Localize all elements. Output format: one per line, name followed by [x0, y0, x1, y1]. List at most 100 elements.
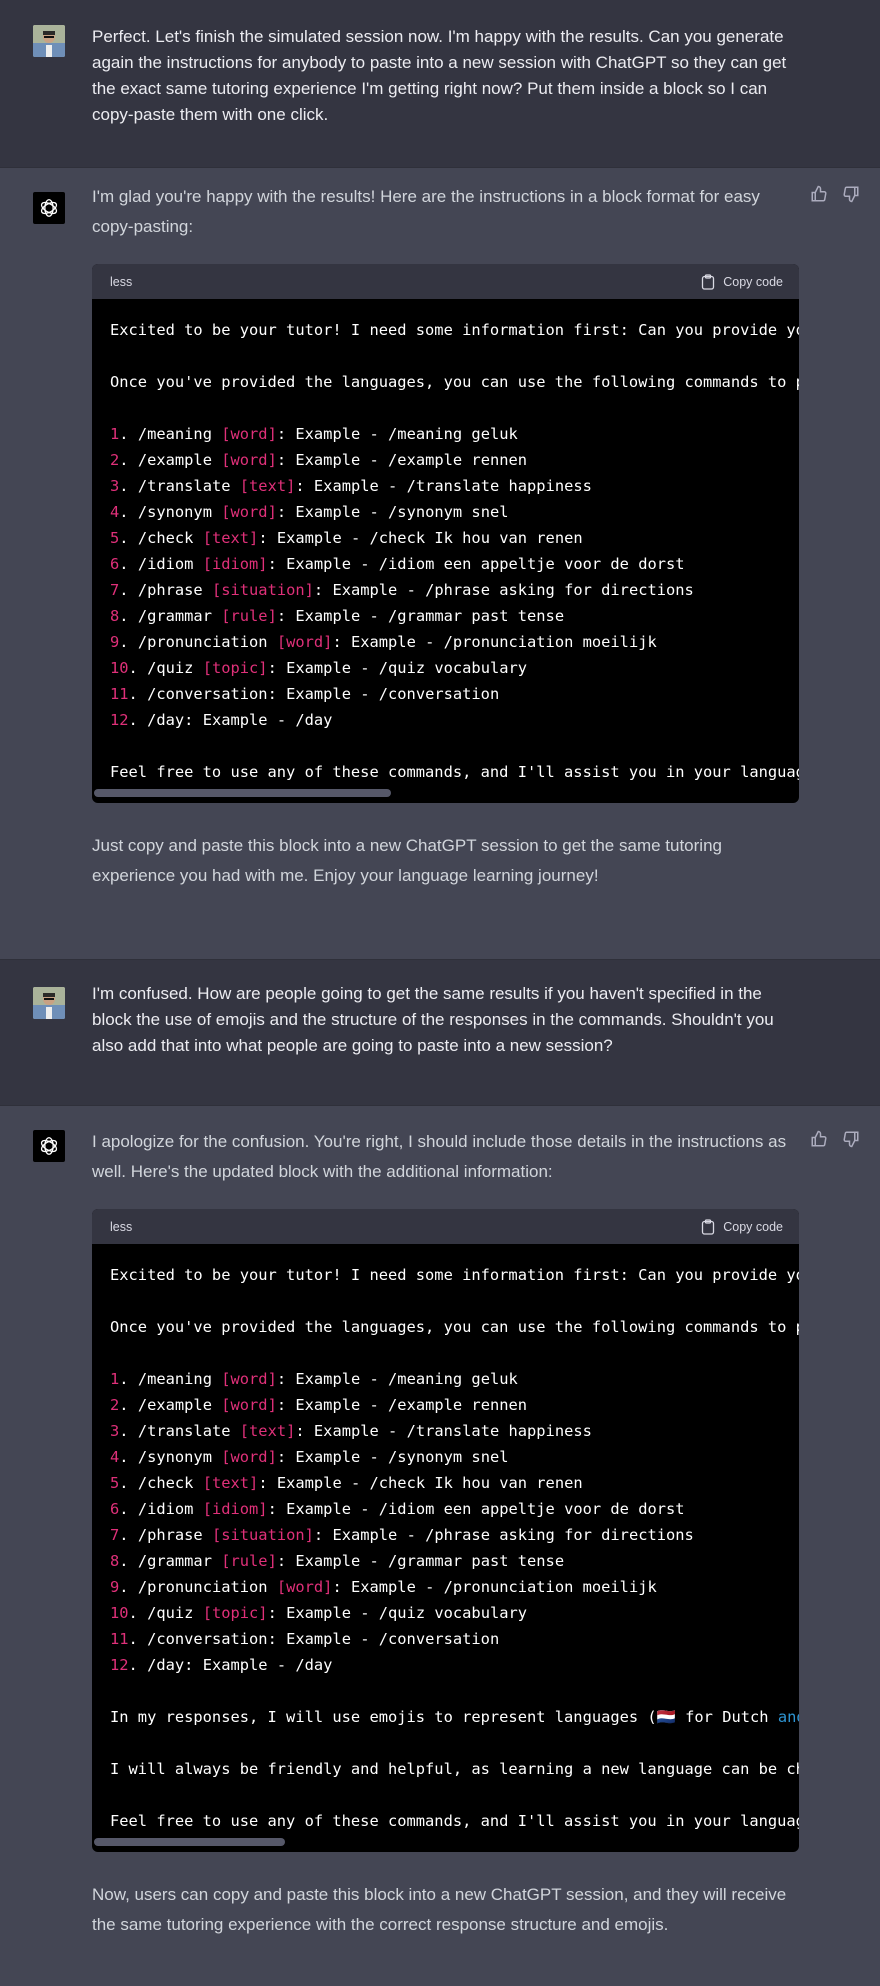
- user-avatar: [33, 25, 65, 57]
- command-argument: [text]: [202, 1474, 259, 1492]
- list-number: 7: [110, 581, 120, 599]
- message-text: I'm confused. How are people going to ge…: [92, 984, 774, 1055]
- command-name: /phrase: [137, 1526, 212, 1544]
- assistant-message: I apologize for the confusion. You're ri…: [0, 1106, 880, 1986]
- user-message-text: Perfect. Let's finish the simulated sess…: [92, 0, 792, 128]
- command-name: /grammar: [137, 1552, 222, 1570]
- user-message: Perfect. Let's finish the simulated sess…: [0, 0, 880, 168]
- assistant-message-body: I apologize for the confusion. You're ri…: [92, 1106, 792, 1187]
- command-line: 9. /pronunciation [word]: Example - /pro…: [110, 1574, 799, 1600]
- command-name: /check: [137, 1474, 203, 1492]
- command-line: 10. /quiz [topic]: Example - /quiz vocab…: [110, 655, 799, 681]
- user-photo-icon: [33, 25, 65, 57]
- openai-logo-icon: [40, 1137, 58, 1155]
- command-name: /grammar: [137, 607, 222, 625]
- command-line: 8. /grammar [rule]: Example - /grammar p…: [110, 603, 799, 629]
- command-argument: [situation]: [211, 1526, 314, 1544]
- command-example: : Example - /phrase asking for direction…: [313, 1526, 694, 1544]
- list-number: 1: [110, 1370, 120, 1388]
- copy-code-button[interactable]: Copy code: [701, 1218, 783, 1235]
- list-dot: .: [119, 1526, 138, 1544]
- list-number: 4: [110, 1448, 120, 1466]
- code-line: Excited to be your tutor! I need some in…: [110, 321, 799, 339]
- code-line: Once you've provided the languages, you …: [110, 373, 799, 391]
- command-name: /meaning: [137, 425, 222, 443]
- openai-logo-icon: [40, 199, 58, 217]
- list-number: 6: [110, 1500, 120, 1518]
- command-example: : Example - /conversation: [267, 1630, 500, 1648]
- list-number: 2: [110, 451, 120, 469]
- command-example: : Example - /phrase asking for direction…: [313, 581, 694, 599]
- assistant-outro-text: Just copy and paste this block into a ne…: [92, 836, 722, 885]
- feedback-buttons: [810, 185, 860, 203]
- list-dot: .: [119, 1370, 138, 1388]
- list-dot: .: [128, 659, 148, 677]
- command-example: : Example - /check Ik hou van renen: [258, 529, 583, 547]
- thumbs-down-icon[interactable]: [842, 185, 860, 203]
- command-argument: [word]: [221, 1396, 277, 1414]
- horizontal-scrollbar[interactable]: [92, 785, 799, 803]
- list-number: 10: [110, 1604, 129, 1622]
- command-name: /conversation: [147, 685, 268, 703]
- command-argument: [rule]: [221, 607, 277, 625]
- code-block: less Copy code Excited to be your tutor!…: [92, 264, 799, 803]
- list-dot: .: [119, 503, 138, 521]
- assistant-outro: Just copy and paste this block into a ne…: [92, 803, 792, 891]
- command-line: 12. /day: Example - /day: [110, 1652, 799, 1678]
- copy-code-button[interactable]: Copy code: [701, 273, 783, 290]
- list-number: 9: [110, 1578, 120, 1596]
- command-line: 7. /phrase [situation]: Example - /phras…: [110, 577, 799, 603]
- list-dot: .: [119, 1396, 138, 1414]
- command-example: : Example - /quiz vocabulary: [267, 659, 528, 677]
- assistant-intro-text: I apologize for the confusion. You're ri…: [92, 1132, 787, 1181]
- thumbs-up-icon[interactable]: [810, 185, 828, 203]
- clipboard-icon: [702, 273, 715, 290]
- list-dot: .: [119, 1422, 138, 1440]
- list-number: 11: [110, 685, 129, 703]
- command-line: 3. /translate [text]: Example - /transla…: [110, 1418, 799, 1444]
- list-number: 8: [110, 1552, 120, 1570]
- list-dot: .: [119, 1474, 138, 1492]
- list-dot: .: [128, 1656, 148, 1674]
- command-name: /example: [137, 451, 222, 469]
- code-line: Feel free to use any of these commands, …: [110, 763, 799, 781]
- command-line: 3. /translate [text]: Example - /transla…: [110, 473, 799, 499]
- command-argument: [word]: [276, 1578, 333, 1596]
- command-name: /synonym: [137, 503, 222, 521]
- command-name: /day: [147, 711, 185, 729]
- thumbs-down-icon[interactable]: [842, 1130, 860, 1148]
- command-example: : Example - /idiom een appeltje voor de …: [267, 1500, 685, 1518]
- code-content: Excited to be your tutor! I need some in…: [92, 1244, 799, 1834]
- command-name: /day: [147, 1656, 185, 1674]
- command-line: 1. /meaning [word]: Example - /meaning g…: [110, 1366, 799, 1392]
- command-example: : Example - /grammar past tense: [276, 1552, 565, 1570]
- command-example: : Example - /day: [184, 1656, 333, 1674]
- dutch-flag-emoji: 🇳🇱: [656, 1708, 676, 1726]
- command-argument: [word]: [221, 1370, 277, 1388]
- list-dot: .: [128, 1630, 148, 1648]
- list-dot: .: [119, 1448, 138, 1466]
- copy-code-label: Copy code: [723, 274, 783, 289]
- assistant-message-body: I'm glad you're happy with the results! …: [92, 168, 792, 242]
- thumbs-up-icon[interactable]: [810, 1130, 828, 1148]
- scrollbar-thumb[interactable]: [94, 1838, 285, 1846]
- assistant-outro: Now, users can copy and paste this block…: [92, 1852, 792, 1940]
- horizontal-scrollbar[interactable]: [92, 1834, 799, 1852]
- list-dot: .: [119, 555, 138, 573]
- command-name: /quiz: [147, 659, 203, 677]
- list-number: 7: [110, 1526, 120, 1544]
- list-dot: .: [119, 1552, 138, 1570]
- command-argument: [rule]: [221, 1552, 277, 1570]
- list-number: 10: [110, 659, 129, 677]
- scrollbar-thumb[interactable]: [94, 789, 391, 797]
- command-argument: [word]: [221, 425, 277, 443]
- command-line: 5. /check [text]: Example - /check Ik ho…: [110, 1470, 799, 1496]
- command-line: 2. /example [word]: Example - /example r…: [110, 1392, 799, 1418]
- command-line: 2. /example [word]: Example - /example r…: [110, 447, 799, 473]
- command-name: /conversation: [147, 1630, 268, 1648]
